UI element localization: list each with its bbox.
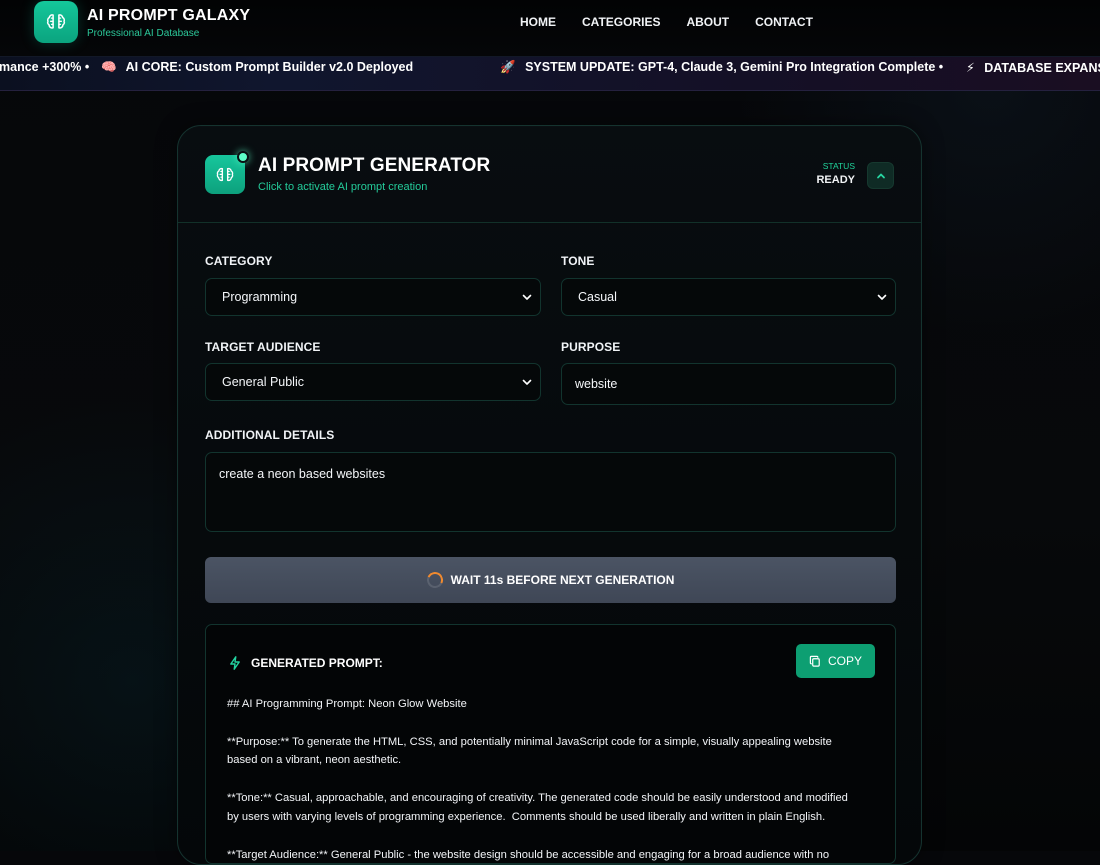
brand-subtitle: Professional AI Database bbox=[87, 28, 200, 39]
generate-button[interactable]: WAIT 11s BEFORE NEXT GENERATION bbox=[205, 557, 896, 603]
chevron-down-icon bbox=[522, 294, 532, 300]
nav-categories[interactable]: CATEGORIES bbox=[582, 15, 660, 29]
bolt-icon: ⚡ bbox=[966, 61, 975, 75]
brand-logo[interactable] bbox=[34, 1, 78, 43]
top-navbar: AI PROMPT GALAXY Professional AI Databas… bbox=[0, 0, 1100, 57]
ticker-text: AI CORE: Custom Prompt Builder v2.0 Depl… bbox=[125, 60, 414, 74]
generate-button-label: WAIT 11s BEFORE NEXT GENERATION bbox=[450, 573, 675, 587]
nav-home[interactable]: HOME bbox=[520, 15, 556, 29]
generator-title: AI PROMPT GENERATOR bbox=[258, 155, 491, 176]
announcement-ticker: mance +300% • 🧠 AI CORE: Custom Prompt B… bbox=[0, 57, 1100, 91]
copy-icon bbox=[809, 655, 820, 667]
details-value: create a neon based websites bbox=[219, 467, 386, 481]
purpose-input[interactable]: website bbox=[561, 363, 896, 405]
generated-prompt-heading: GENERATED PROMPT: bbox=[227, 655, 383, 671]
chevron-down-icon bbox=[522, 379, 532, 385]
copy-button-label: COPY bbox=[827, 654, 862, 668]
brain-icon: 🧠 bbox=[101, 60, 117, 74]
status-value: READY bbox=[816, 174, 855, 186]
prompt-generator-card: AI PROMPT GENERATOR Click to activate AI… bbox=[177, 125, 922, 865]
audience-select[interactable]: General Public bbox=[205, 363, 541, 401]
purpose-label: PURPOSE bbox=[561, 340, 621, 354]
brain-icon bbox=[46, 14, 66, 29]
chevron-up-icon bbox=[876, 173, 885, 178]
collapse-button[interactable] bbox=[867, 162, 894, 189]
generated-prompt-title: GENERATED PROMPT: bbox=[251, 656, 383, 670]
nav-contact[interactable]: CONTACT bbox=[755, 15, 813, 29]
category-value: Programming bbox=[222, 290, 298, 304]
ticker-text: SYSTEM UPDATE: GPT-4, Claude 3, Gemini P… bbox=[525, 60, 944, 74]
chevron-down-icon bbox=[877, 294, 887, 300]
generator-icon bbox=[205, 151, 249, 194]
generator-subtitle: Click to activate AI prompt creation bbox=[258, 181, 428, 193]
audience-label: TARGET AUDIENCE bbox=[205, 340, 321, 354]
ticker-text: mance +300% • bbox=[0, 60, 90, 74]
tone-select[interactable]: Casual bbox=[561, 278, 896, 316]
copy-button[interactable]: COPY bbox=[796, 644, 875, 678]
details-textarea[interactable]: create a neon based websites bbox=[205, 452, 896, 532]
ticker-text: DATABASE EXPANS bbox=[984, 61, 1100, 75]
ticker-item-ai-core: 🧠 AI CORE: Custom Prompt Builder v2.0 De… bbox=[101, 60, 413, 75]
status-label: STATUS bbox=[822, 161, 855, 171]
loading-spinner-icon bbox=[424, 569, 445, 591]
ticker-item-database: ⚡ DATABASE EXPANS bbox=[966, 60, 1100, 75]
generated-prompt-text: ## AI Programming Prompt: Neon Glow Webs… bbox=[227, 698, 848, 861]
details-label: ADDITIONAL DETAILS bbox=[205, 428, 335, 442]
main-nav: HOME CATEGORIES ABOUT CONTACT bbox=[520, 15, 813, 29]
brain-icon bbox=[216, 167, 234, 181]
generator-header[interactable]: AI PROMPT GENERATOR Click to activate AI… bbox=[178, 126, 921, 223]
brand-title: AI PROMPT GALAXY bbox=[87, 7, 251, 24]
ticker-item-performance: mance +300% • bbox=[0, 60, 89, 74]
audience-value: General Public bbox=[222, 375, 304, 389]
ticker-item-system-update: 🚀 SYSTEM UPDATE: GPT-4, Claude 3, Gemini… bbox=[500, 60, 943, 75]
bolt-icon bbox=[230, 656, 240, 670]
rocket-icon: 🚀 bbox=[500, 60, 516, 74]
tone-label: TONE bbox=[561, 254, 595, 268]
category-select[interactable]: Programming bbox=[205, 278, 541, 316]
nav-about[interactable]: ABOUT bbox=[686, 15, 729, 29]
online-indicator bbox=[237, 151, 249, 163]
tone-value: Casual bbox=[578, 290, 617, 304]
purpose-value: website bbox=[575, 377, 618, 391]
category-label: CATEGORY bbox=[205, 254, 273, 268]
generated-prompt-panel: GENERATED PROMPT: COPY ## AI Programming… bbox=[205, 624, 896, 864]
